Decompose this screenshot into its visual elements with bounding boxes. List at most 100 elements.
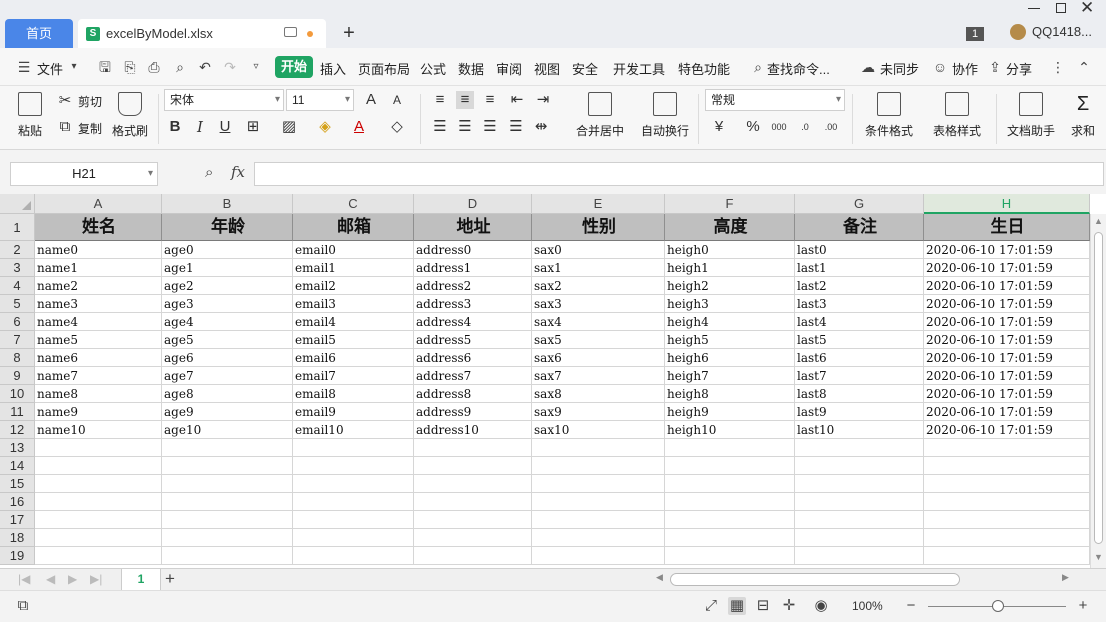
formula-input[interactable] bbox=[254, 162, 1104, 186]
header-cell[interactable]: 年龄 bbox=[162, 214, 293, 241]
empty-cell[interactable] bbox=[665, 439, 795, 457]
column-header-h[interactable]: H bbox=[924, 194, 1090, 214]
data-cell[interactable]: email6 bbox=[293, 349, 414, 367]
fill-pattern-icon[interactable]: ▨ bbox=[280, 118, 298, 136]
page-break-view-icon[interactable]: ⊟ bbox=[754, 597, 772, 615]
decrease-font-icon[interactable]: A bbox=[388, 91, 406, 109]
data-cell[interactable]: age4 bbox=[162, 313, 293, 331]
scroll-left-icon[interactable]: ◀ bbox=[656, 572, 663, 583]
data-cell[interactable]: sax3 bbox=[532, 295, 665, 313]
row-header[interactable]: 3 bbox=[0, 259, 35, 277]
empty-cell[interactable] bbox=[795, 529, 924, 547]
data-cell[interactable]: heigh5 bbox=[665, 331, 795, 349]
menu-security[interactable]: 安全 bbox=[572, 59, 598, 78]
scroll-thumb[interactable] bbox=[1094, 232, 1103, 544]
data-cell[interactable]: age6 bbox=[162, 349, 293, 367]
sum-button[interactable]: Σ 求和 bbox=[1068, 92, 1098, 139]
empty-cell[interactable] bbox=[414, 547, 532, 565]
align-top-icon[interactable]: ≡ bbox=[431, 91, 449, 109]
reading-mode-icon[interactable]: ✛ bbox=[780, 597, 798, 615]
conditional-format-button[interactable]: 条件格式 bbox=[860, 92, 918, 139]
column-header-d[interactable]: D bbox=[414, 194, 532, 214]
data-cell[interactable]: last9 bbox=[795, 403, 924, 421]
data-cell[interactable]: address0 bbox=[414, 241, 532, 259]
row-header[interactable]: 13 bbox=[0, 439, 35, 457]
empty-cell[interactable] bbox=[35, 547, 162, 565]
user-name[interactable]: QQ1418... bbox=[1032, 24, 1092, 39]
data-cell[interactable]: last0 bbox=[795, 241, 924, 259]
empty-cell[interactable] bbox=[35, 493, 162, 511]
data-cell[interactable]: name6 bbox=[35, 349, 162, 367]
more-icon[interactable]: ⋮ bbox=[1050, 59, 1066, 75]
align-bottom-icon[interactable]: ≡ bbox=[481, 91, 499, 109]
first-sheet-icon[interactable]: |◀ bbox=[18, 572, 30, 586]
data-cell[interactable]: last4 bbox=[795, 313, 924, 331]
column-header-g[interactable]: G bbox=[795, 194, 924, 214]
header-cell[interactable]: 姓名 bbox=[35, 214, 162, 241]
data-cell[interactable]: email8 bbox=[293, 385, 414, 403]
normal-view-icon[interactable]: ▦ bbox=[728, 597, 746, 615]
row-header[interactable]: 14 bbox=[0, 457, 35, 475]
data-cell[interactable]: 2020-06-10 17:01:59 bbox=[924, 349, 1090, 367]
underline-icon[interactable]: U bbox=[216, 118, 234, 136]
data-cell[interactable]: heigh4 bbox=[665, 313, 795, 331]
data-cell[interactable]: address5 bbox=[414, 331, 532, 349]
empty-cell[interactable] bbox=[665, 457, 795, 475]
redo-icon[interactable]: ↷ bbox=[222, 59, 238, 75]
row-header[interactable]: 2 bbox=[0, 241, 35, 259]
scissors-icon[interactable]: ✂ bbox=[56, 92, 74, 110]
empty-cell[interactable] bbox=[293, 439, 414, 457]
data-cell[interactable]: sax10 bbox=[532, 421, 665, 439]
data-cell[interactable]: address4 bbox=[414, 313, 532, 331]
empty-cell[interactable] bbox=[293, 475, 414, 493]
fx-icon[interactable]: fx bbox=[231, 163, 245, 181]
data-cell[interactable]: heigh6 bbox=[665, 349, 795, 367]
empty-cell[interactable] bbox=[414, 475, 532, 493]
data-cell[interactable]: heigh2 bbox=[665, 277, 795, 295]
column-header-b[interactable]: B bbox=[162, 194, 293, 214]
window-count-badge[interactable]: 1 bbox=[966, 27, 984, 41]
table-style-button[interactable]: 表格样式 bbox=[928, 92, 986, 139]
data-cell[interactable]: heigh9 bbox=[665, 403, 795, 421]
data-cell[interactable]: email10 bbox=[293, 421, 414, 439]
row-header[interactable]: 7 bbox=[0, 331, 35, 349]
empty-cell[interactable] bbox=[35, 439, 162, 457]
data-cell[interactable]: last3 bbox=[795, 295, 924, 313]
maximize-icon[interactable] bbox=[1056, 3, 1066, 13]
data-cell[interactable]: last2 bbox=[795, 277, 924, 295]
chevron-down-icon[interactable]: ▾ bbox=[66, 59, 82, 75]
monitor-icon[interactable] bbox=[284, 27, 297, 37]
data-cell[interactable]: age3 bbox=[162, 295, 293, 313]
menu-insert[interactable]: 插入 bbox=[320, 59, 346, 78]
scroll-down-icon[interactable]: ▼ bbox=[1094, 552, 1103, 562]
data-cell[interactable]: name7 bbox=[35, 367, 162, 385]
empty-cell[interactable] bbox=[665, 493, 795, 511]
add-sheet-button[interactable]: + bbox=[165, 569, 175, 589]
data-cell[interactable]: heigh3 bbox=[665, 295, 795, 313]
row-header[interactable]: 10 bbox=[0, 385, 35, 403]
empty-cell[interactable] bbox=[414, 493, 532, 511]
save-icon[interactable]: 🖫 bbox=[97, 59, 113, 75]
increase-decimal-icon[interactable]: .0 bbox=[796, 118, 814, 136]
empty-cell[interactable] bbox=[162, 547, 293, 565]
data-cell[interactable]: name9 bbox=[35, 403, 162, 421]
data-cell[interactable]: address6 bbox=[414, 349, 532, 367]
menu-formula[interactable]: 公式 bbox=[420, 59, 446, 78]
data-cell[interactable]: sax7 bbox=[532, 367, 665, 385]
empty-cell[interactable] bbox=[795, 547, 924, 565]
empty-cell[interactable] bbox=[665, 511, 795, 529]
row-header[interactable]: 17 bbox=[0, 511, 35, 529]
data-cell[interactable]: heigh7 bbox=[665, 367, 795, 385]
search-icon[interactable]: ⌕ bbox=[750, 59, 766, 75]
menu-file[interactable]: 文件 bbox=[37, 59, 63, 78]
decrease-decimal-icon[interactable]: .00 bbox=[822, 118, 840, 136]
empty-cell[interactable] bbox=[293, 511, 414, 529]
data-cell[interactable]: 2020-06-10 17:01:59 bbox=[924, 367, 1090, 385]
header-cell[interactable]: 性别 bbox=[532, 214, 665, 241]
command-search[interactable]: 查找命令... bbox=[767, 59, 830, 78]
empty-cell[interactable] bbox=[532, 475, 665, 493]
scroll-up-icon[interactable]: ▲ bbox=[1094, 216, 1103, 226]
data-cell[interactable]: 2020-06-10 17:01:59 bbox=[924, 277, 1090, 295]
empty-cell[interactable] bbox=[924, 439, 1090, 457]
empty-cell[interactable] bbox=[924, 493, 1090, 511]
